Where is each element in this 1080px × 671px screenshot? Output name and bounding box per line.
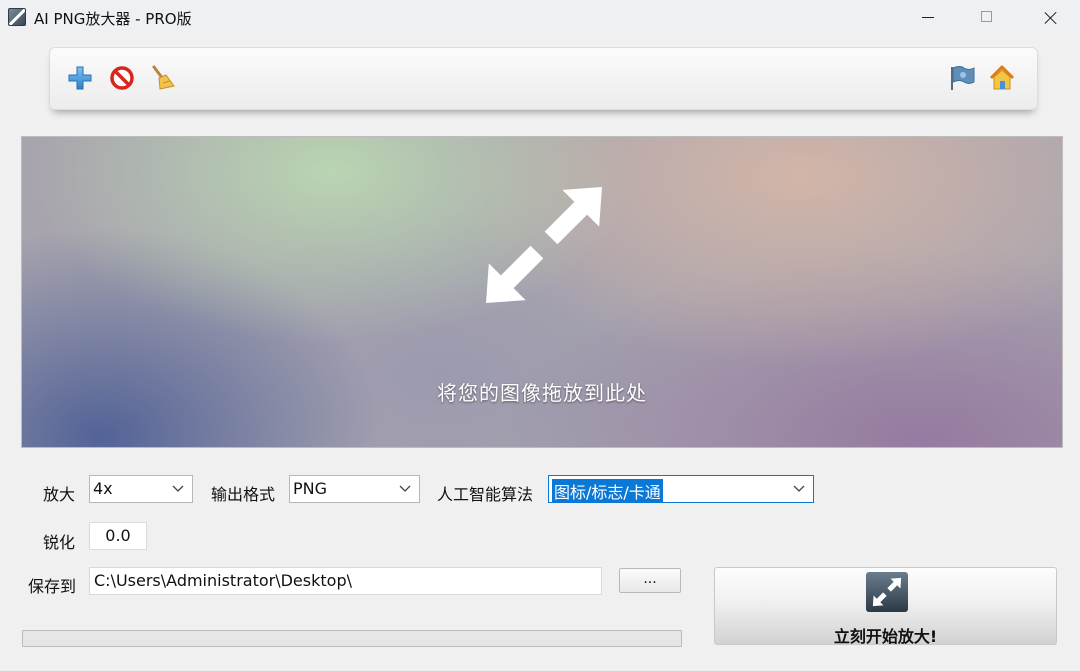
maximize-button[interactable] bbox=[964, 0, 1010, 36]
format-value: PNG bbox=[293, 479, 328, 498]
save-path-input[interactable]: C:\Users\Administrator\Desktop\ bbox=[89, 567, 602, 595]
format-select[interactable]: PNG bbox=[289, 475, 420, 503]
close-button[interactable] bbox=[1028, 0, 1074, 36]
algorithm-select[interactable]: 图标/标志/卡通 bbox=[548, 475, 814, 503]
save-path-value: C:\Users\Administrator\Desktop\ bbox=[94, 571, 352, 590]
sharpen-label: 锐化 bbox=[43, 533, 76, 552]
image-drop-zone[interactable]: 将您的图像拖放到此处 bbox=[21, 136, 1063, 448]
broom-icon[interactable] bbox=[148, 64, 176, 92]
start-button-label: 立刻开始放大! bbox=[833, 627, 938, 646]
toolbar bbox=[49, 47, 1038, 110]
chevron-down-icon bbox=[399, 485, 411, 492]
save-to-label: 保存到 bbox=[28, 577, 77, 596]
home-icon[interactable] bbox=[988, 64, 1016, 92]
scale-value: 4x bbox=[93, 479, 113, 498]
algorithm-label: 人工智能算法 bbox=[437, 485, 534, 504]
chevron-down-icon bbox=[793, 485, 805, 492]
algorithm-value: 图标/标志/卡通 bbox=[552, 479, 663, 503]
stop-icon[interactable] bbox=[108, 64, 136, 92]
start-upscale-button[interactable]: 立刻开始放大! bbox=[714, 567, 1057, 646]
browse-button[interactable]: ... bbox=[619, 568, 681, 593]
sharpen-value: 0.0 bbox=[105, 526, 131, 545]
minimize-button[interactable] bbox=[905, 0, 951, 36]
scale-label: 放大 bbox=[43, 485, 76, 504]
expand-arrow-icon bbox=[486, 187, 602, 303]
format-label: 输出格式 bbox=[211, 485, 276, 504]
upscale-icon bbox=[866, 572, 908, 612]
app-icon bbox=[8, 8, 26, 26]
window-title: AI PNG放大器 - PRO版 bbox=[34, 10, 192, 28]
drop-hint: 将您的图像拖放到此处 bbox=[437, 381, 647, 405]
add-icon[interactable] bbox=[66, 64, 94, 92]
chevron-down-icon bbox=[172, 485, 184, 492]
title-bar: AI PNG放大器 - PRO版 bbox=[0, 0, 1080, 36]
flag-icon[interactable] bbox=[948, 64, 976, 92]
sharpen-input[interactable]: 0.0 bbox=[89, 522, 147, 550]
progress-bar bbox=[22, 630, 682, 647]
scale-select[interactable]: 4x bbox=[89, 475, 193, 503]
